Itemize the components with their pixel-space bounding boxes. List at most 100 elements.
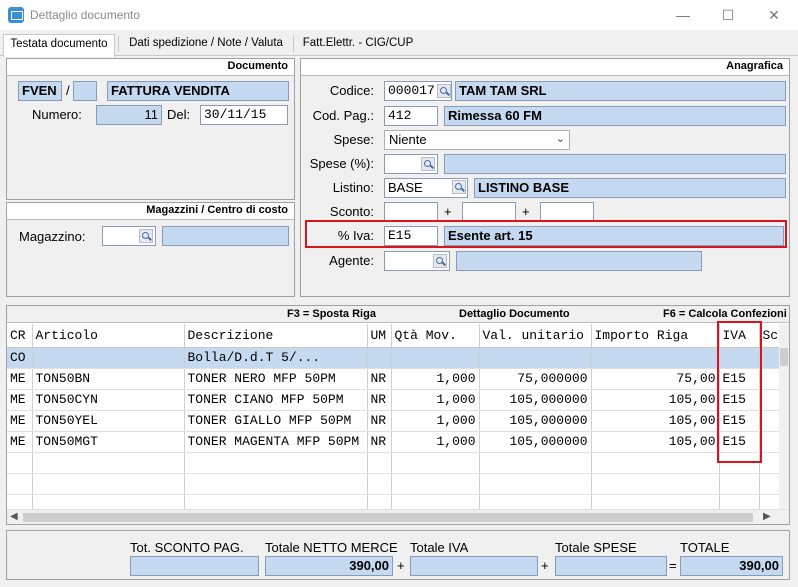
cell-importo[interactable]: 75,00 <box>591 368 720 390</box>
sconto-3-field[interactable] <box>540 202 594 222</box>
empty-cell[interactable] <box>591 452 720 474</box>
cell-articolo[interactable]: TON50YEL <box>32 410 185 432</box>
cell-articolo[interactable]: TON50CYN <box>32 389 185 411</box>
col-qta[interactable]: Qtà Mov. <box>391 324 480 348</box>
sconto-1-field[interactable] <box>384 202 438 222</box>
cell-um[interactable]: NR <box>367 368 392 390</box>
empty-cell[interactable] <box>391 473 480 495</box>
horizontal-scrollbar[interactable]: ◀ ▶ <box>7 509 789 524</box>
scroll-right-icon[interactable]: ▶ <box>763 511 771 522</box>
lookup-icon[interactable] <box>437 84 451 98</box>
codice-lookup[interactable] <box>436 81 452 101</box>
cell-um[interactable]: NR <box>367 389 392 411</box>
magazzino-label: Magazzino: <box>19 229 86 244</box>
col-importo[interactable]: Importo Riga <box>591 324 720 348</box>
spese-pct-field[interactable] <box>384 154 438 174</box>
cell-val-unitario[interactable]: 105,000000 <box>479 431 592 453</box>
cell-cr[interactable]: ME <box>7 389 33 411</box>
iva-field[interactable]: E15 <box>384 226 438 246</box>
table-row[interactable]: ME TON50YEL TONER GIALLO MFP 50PM NR 1,000 10… <box>7 410 783 432</box>
cell-cr[interactable]: ME <box>7 410 33 432</box>
cell-importo[interactable]: 105,00 <box>591 431 720 453</box>
cell-articolo[interactable]: TON50MGT <box>32 431 185 453</box>
close-button[interactable]: ✕ <box>751 0 797 30</box>
lookup-icon[interactable] <box>421 157 435 171</box>
col-um[interactable]: UM <box>367 324 392 348</box>
empty-cell[interactable] <box>7 452 33 474</box>
cell-um[interactable] <box>367 347 392 369</box>
date-field[interactable]: 30/11/15 <box>200 105 288 125</box>
empty-cell[interactable] <box>32 452 185 474</box>
magazzino-field[interactable] <box>102 226 156 246</box>
cell-qta[interactable]: 1,000 <box>391 368 480 390</box>
empty-cell[interactable] <box>391 452 480 474</box>
cell-qta[interactable]: 1,000 <box>391 389 480 411</box>
cell-importo[interactable]: 105,00 <box>591 389 720 411</box>
empty-cell[interactable] <box>32 473 185 495</box>
cell-um[interactable]: NR <box>367 431 392 453</box>
doc-series-field[interactable] <box>73 81 97 101</box>
codpag-field[interactable]: 412 <box>384 106 438 126</box>
lookup-icon[interactable] <box>433 254 447 268</box>
cell-val-unitario[interactable]: 105,000000 <box>479 389 592 411</box>
cell-descrizione[interactable]: TONER CIANO MFP 50PM <box>184 389 368 411</box>
table-row-empty[interactable] <box>7 473 783 495</box>
empty-cell[interactable] <box>719 473 760 495</box>
cell-val-unitario[interactable]: 75,000000 <box>479 368 592 390</box>
empty-cell[interactable] <box>479 473 592 495</box>
sconto-2-field[interactable] <box>462 202 516 222</box>
codice-field[interactable]: 000017 <box>384 81 438 101</box>
tab-fatt-elettr[interactable]: Fatt.Elettr. - CIG/CUP <box>297 34 419 56</box>
lookup-icon[interactable] <box>452 180 466 194</box>
empty-cell[interactable] <box>7 473 33 495</box>
col-articolo[interactable]: Articolo <box>32 324 185 348</box>
cell-qta[interactable]: 1,000 <box>391 410 480 432</box>
cell-descrizione[interactable]: TONER MAGENTA MFP 50PM <box>184 431 368 453</box>
scroll-thumb[interactable] <box>780 348 788 366</box>
cell-cr[interactable]: CO <box>7 347 33 369</box>
tab-dati-spedizione[interactable]: Dati spedizione / Note / Valuta <box>122 34 290 56</box>
cell-descrizione[interactable]: TONER NERO MFP 50PM <box>184 368 368 390</box>
table-row[interactable]: ME TON50MGT TONER MAGENTA MFP 50PM NR 1,000 1… <box>7 431 783 453</box>
empty-cell[interactable] <box>184 452 368 474</box>
scroll-h-thumb[interactable] <box>23 513 753 522</box>
cell-descrizione[interactable]: TONER GIALLO MFP 50PM <box>184 410 368 432</box>
scroll-left-icon[interactable]: ◀ <box>10 511 18 522</box>
lookup-icon[interactable] <box>139 229 153 243</box>
table-row-empty[interactable] <box>7 452 783 474</box>
cell-importo[interactable]: 105,00 <box>591 410 720 432</box>
cell-cr[interactable]: ME <box>7 368 33 390</box>
empty-cell[interactable] <box>591 473 720 495</box>
col-val-unitario[interactable]: Val. unitario <box>479 324 592 348</box>
table-row[interactable]: ME TON50CYN TONER CIANO MFP 50PM NR 1,000 105… <box>7 389 783 411</box>
cell-cr[interactable]: ME <box>7 431 33 453</box>
numero-field[interactable]: 11 <box>96 105 162 125</box>
vertical-scrollbar[interactable] <box>779 324 789 509</box>
empty-cell[interactable] <box>367 452 392 474</box>
cell-articolo[interactable] <box>32 347 185 369</box>
tab-testata-documento[interactable]: Testata documento <box>3 34 115 57</box>
cell-um[interactable]: NR <box>367 410 392 432</box>
spese-select[interactable]: Niente ⌄ <box>384 130 570 150</box>
minimize-button[interactable]: — <box>660 0 706 30</box>
cell-articolo[interactable]: TON50BN <box>32 368 185 390</box>
doc-type-code-field[interactable]: FVEN <box>18 81 62 101</box>
agente-field[interactable] <box>384 251 450 271</box>
cell-importo[interactable] <box>591 347 720 369</box>
col-descrizione[interactable]: Descrizione <box>184 324 368 348</box>
maximize-button[interactable]: ☐ <box>705 0 751 30</box>
empty-cell[interactable] <box>367 473 392 495</box>
grid-hint-f6: F6 = Calcola Confezioni <box>663 308 787 320</box>
empty-cell[interactable] <box>479 452 592 474</box>
cell-descrizione[interactable]: Bolla/D.d.T 5/... <box>184 347 368 369</box>
table-row[interactable]: ME TON50BN TONER NERO MFP 50PM NR 1,000 75,00… <box>7 368 783 390</box>
table-row[interactable]: CO Bolla/D.d.T 5/... <box>7 347 783 369</box>
cell-val-unitario[interactable]: 105,000000 <box>479 410 592 432</box>
cell-qta[interactable]: 1,000 <box>391 431 480 453</box>
listino-lookup[interactable] <box>451 178 468 198</box>
empty-cell[interactable] <box>184 473 368 495</box>
cell-qta[interactable] <box>391 347 480 369</box>
col-cr[interactable]: CR <box>7 324 33 348</box>
cell-val-unitario[interactable] <box>479 347 592 369</box>
iva-desc-field: Esente art. 15 <box>444 226 784 246</box>
